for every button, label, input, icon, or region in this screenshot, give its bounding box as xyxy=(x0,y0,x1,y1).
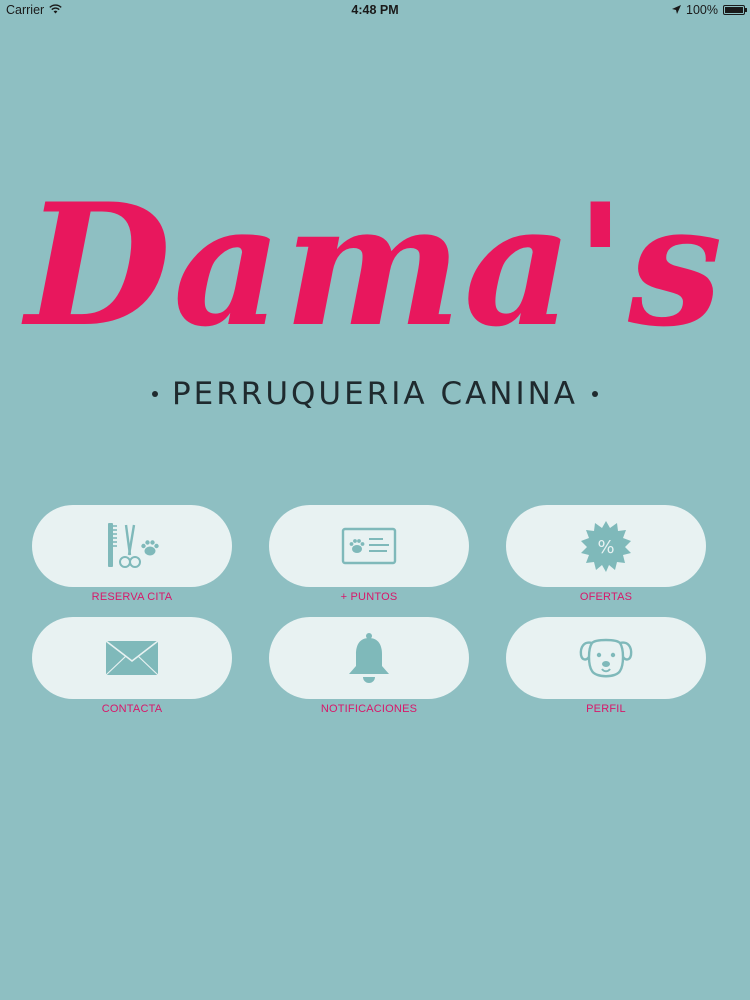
battery-icon xyxy=(723,5,747,15)
subtitle-dot-right xyxy=(592,391,599,397)
status-right: 100% xyxy=(672,3,747,17)
perfil-button[interactable] xyxy=(506,617,706,699)
contacta-button[interactable] xyxy=(32,617,232,699)
location-arrow-icon xyxy=(672,3,682,17)
battery-level xyxy=(725,7,743,13)
loyalty-card-icon xyxy=(341,526,397,566)
puntos-label: + PUNTOS xyxy=(340,591,398,603)
menu-item-reserva-cita[interactable]: RESERVA CITA xyxy=(32,505,232,613)
menu-item-perfil[interactable]: PERFIL xyxy=(506,617,706,725)
dog-face-icon xyxy=(578,635,634,681)
status-bar: Carrier 4:48 PM 100% xyxy=(0,0,750,22)
envelope-icon xyxy=(104,639,160,677)
notificaciones-label: NOTIFICACIONES xyxy=(320,703,418,715)
menu-item-notificaciones[interactable]: NOTIFICACIONES xyxy=(269,617,469,725)
logo-subtitle: PERRUQUERIA CANINA xyxy=(171,376,579,412)
discount-badge-icon: % xyxy=(579,519,633,573)
reserva-cita-label: RESERVA CITA xyxy=(91,591,173,603)
grooming-tools-icon xyxy=(104,521,160,571)
brand-logo: Dama's PERRUQUERIA CANINA xyxy=(0,170,750,420)
contacta-label: CONTACTA xyxy=(101,703,163,715)
logo-subtitle-row: PERRUQUERIA CANINA xyxy=(0,376,750,412)
ofertas-label: OFERTAS xyxy=(579,591,633,603)
puntos-button[interactable] xyxy=(269,505,469,587)
perfil-label: PERFIL xyxy=(586,703,626,715)
clock: 4:48 PM xyxy=(351,3,399,17)
menu-item-puntos[interactable]: + PUNTOS xyxy=(269,505,469,613)
svg-text:%: % xyxy=(597,537,614,558)
menu-item-ofertas[interactable]: % OFERTAS xyxy=(506,505,706,613)
bell-icon xyxy=(345,632,393,684)
logo-script-text: Dama's xyxy=(25,166,725,364)
reserva-cita-button[interactable] xyxy=(32,505,232,587)
subtitle-dot-left xyxy=(151,391,158,397)
menu-item-contacta[interactable]: CONTACTA xyxy=(32,617,232,725)
notificaciones-button[interactable] xyxy=(269,617,469,699)
battery-percent: 100% xyxy=(686,3,718,17)
ofertas-button[interactable]: % xyxy=(506,505,706,587)
